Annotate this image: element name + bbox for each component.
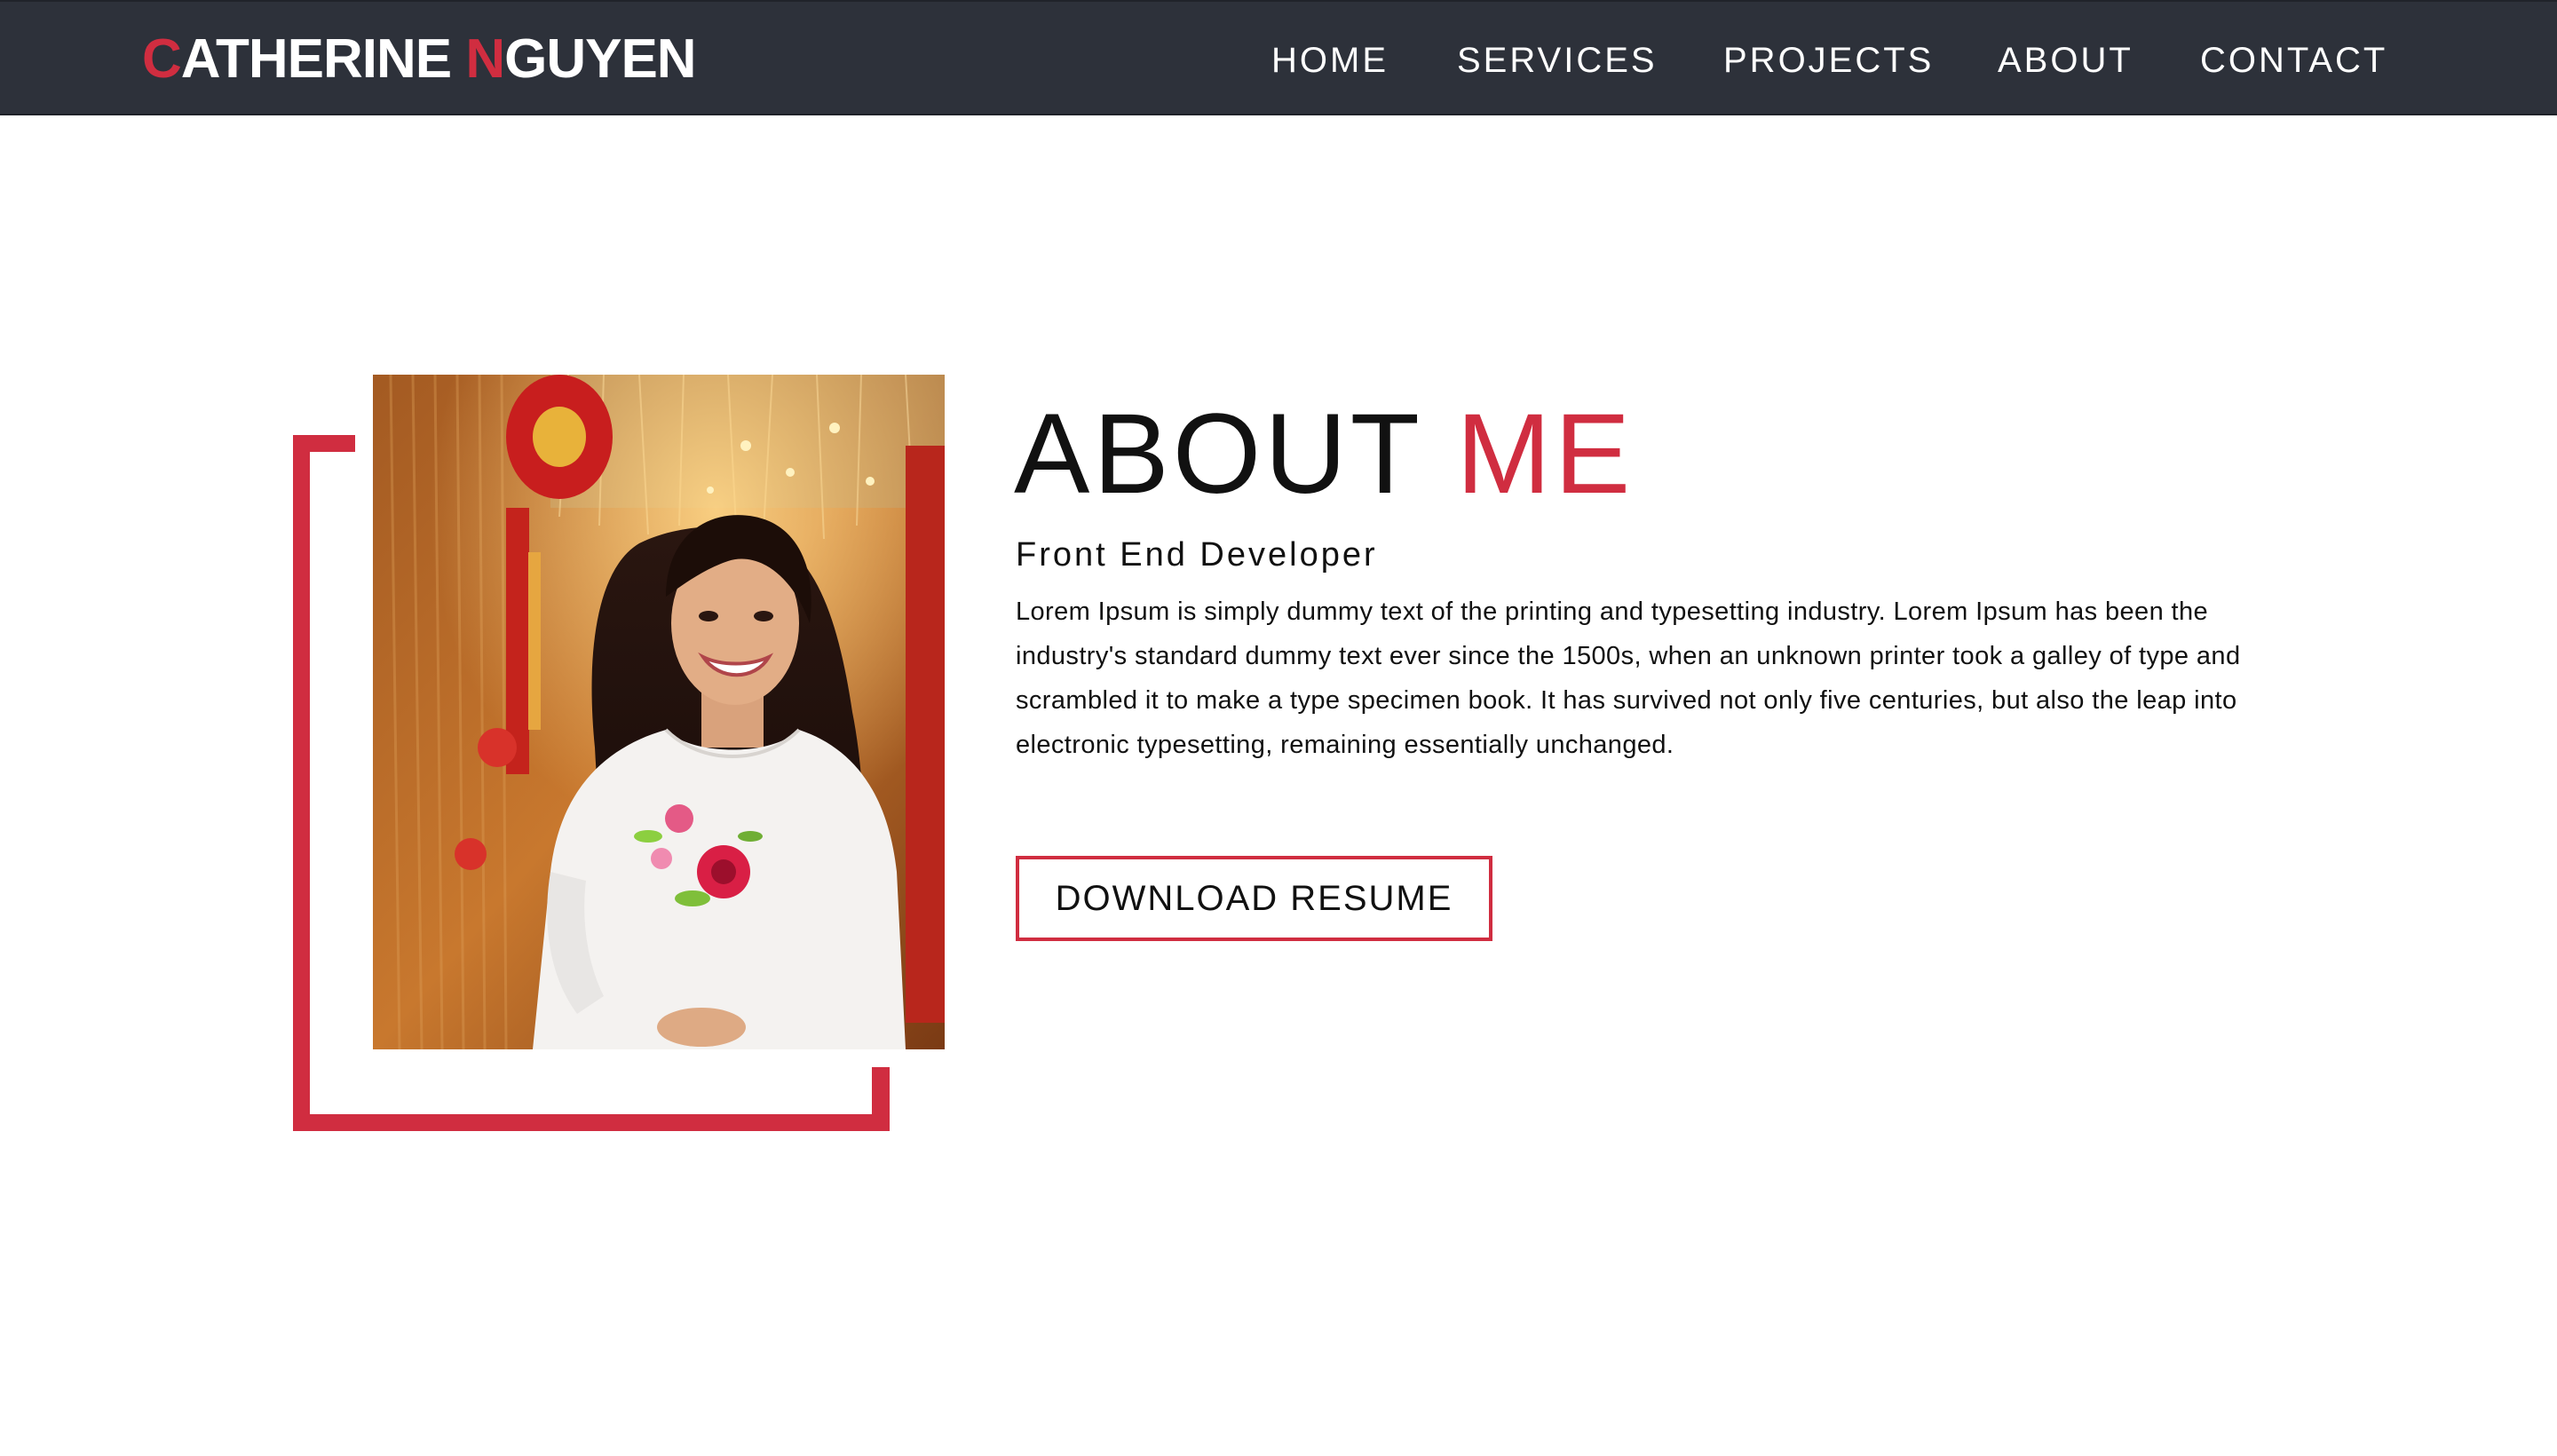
nav-link-about[interactable]: ABOUT [1998,36,2133,85]
photo-frame-bottom [293,1114,890,1131]
photo-frame-top [293,435,355,452]
about-heading: ABOUT ME [1014,392,1634,517]
nav-link-projects[interactable]: PROJECTS [1723,36,1934,85]
about-heading-main: ABOUT [1014,391,1457,518]
nav-link-services[interactable]: SERVICES [1457,36,1658,85]
profile-photo [373,375,945,1049]
main-nav: HOME SERVICES PROJECTS ABOUT CONTACT [0,36,2557,85]
photo-frame-right [872,1067,890,1131]
photo-frame-left [293,435,310,1131]
download-resume-button[interactable]: DOWNLOAD RESUME [1016,856,1492,941]
nav-link-contact[interactable]: CONTACT [2200,36,2387,85]
about-heading-accent: ME [1456,391,1635,518]
nav-link-home[interactable]: HOME [1271,36,1389,85]
bio-text: Lorem Ipsum is simply dummy text of the … [1016,597,2241,759]
job-title: Front End Developer [1016,536,1378,574]
navbar: CATHERINE NGUYEN HOME SERVICES PROJECTS … [0,0,2557,115]
